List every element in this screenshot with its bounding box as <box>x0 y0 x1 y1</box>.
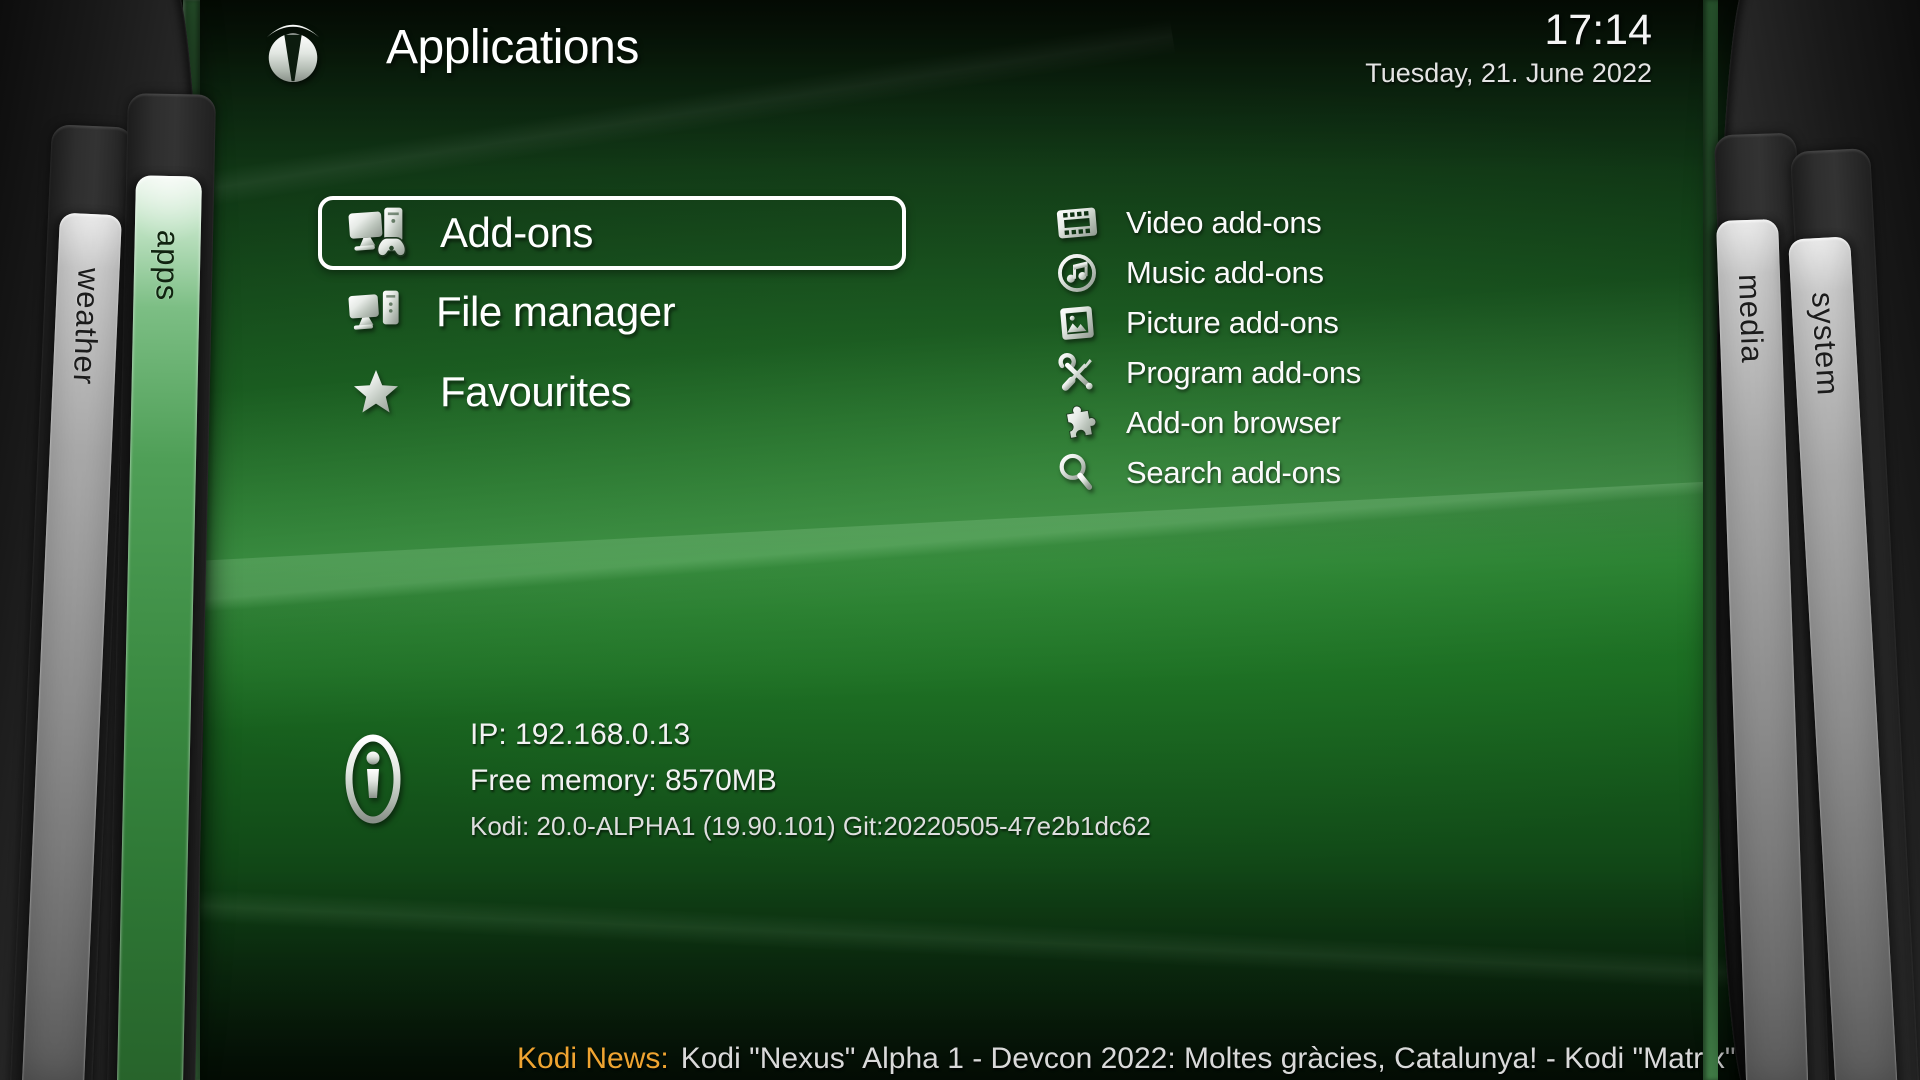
menu-item-label: File manager <box>436 288 675 336</box>
addons-icon <box>348 204 406 262</box>
side-tab-label: apps <box>148 230 185 302</box>
news-ticker-text: Kodi "Nexus" Alpha 1 - Devcon 2022: Molt… <box>681 1042 1745 1075</box>
submenu-item-program-addons[interactable]: Program add-ons <box>1056 350 1361 396</box>
clock-time: 17:14 <box>1544 6 1652 55</box>
kodi-home-screen: Applications 17:14 Tuesday, 21. June 202… <box>0 0 1920 1080</box>
submenu-item-picture-addons[interactable]: Picture add-ons <box>1056 300 1339 346</box>
favourites-star-icon <box>352 368 400 416</box>
menu-item-label: Favourites <box>440 368 631 416</box>
side-tab-label: weather <box>66 267 107 386</box>
info-ip: IP: 192.168.0.13 <box>470 718 690 752</box>
page-title: Applications <box>386 20 639 75</box>
menu-item-label: Add-ons <box>440 209 593 257</box>
submenu-item-video-addons[interactable]: Video add-ons <box>1056 200 1321 246</box>
skin-logo-icon <box>260 18 326 84</box>
submenu-item-label: Add-on browser <box>1126 405 1341 441</box>
submenu-item-music-addons[interactable]: Music add-ons <box>1056 250 1324 296</box>
menu-item-addons[interactable]: Add-ons <box>318 196 906 270</box>
news-ticker-label: Kodi News: <box>517 1042 669 1075</box>
submenu-item-label: Video add-ons <box>1126 205 1321 241</box>
tools-icon <box>1056 352 1098 394</box>
clock-date: Tuesday, 21. June 2022 <box>1365 58 1652 89</box>
picture-icon <box>1056 302 1098 344</box>
menu-item-favourites[interactable]: Favourites <box>352 358 631 426</box>
background-swoosh <box>0 457 1920 812</box>
submenu-item-label: Music add-ons <box>1126 255 1324 291</box>
info-icon <box>342 731 404 827</box>
film-strip-icon <box>1056 202 1098 244</box>
submenu-item-label: Search add-ons <box>1126 455 1341 491</box>
menu-item-file-manager[interactable]: File manager <box>348 278 675 346</box>
file-manager-icon <box>348 285 402 339</box>
magnifier-icon <box>1056 452 1098 494</box>
news-ticker: Kodi News: Kodi "Nexus" Alpha 1 - Devcon … <box>517 1042 1745 1080</box>
puzzle-piece-icon <box>1056 402 1098 444</box>
info-kodi-version: Kodi: 20.0-ALPHA1 (19.90.101) Git:202205… <box>470 811 1151 842</box>
submenu-item-label: Picture add-ons <box>1126 305 1339 341</box>
side-tab-label: media <box>1731 273 1770 364</box>
submenu-item-addon-browser[interactable]: Add-on browser <box>1056 400 1341 446</box>
info-free-memory: Free memory: 8570MB <box>470 764 777 798</box>
submenu-item-label: Program add-ons <box>1126 355 1361 391</box>
submenu-item-search-addons[interactable]: Search add-ons <box>1056 450 1341 496</box>
background-swoosh <box>0 236 1920 684</box>
side-tab-label: system <box>1804 291 1846 397</box>
home-background <box>0 0 1920 1080</box>
music-note-icon <box>1056 252 1098 294</box>
